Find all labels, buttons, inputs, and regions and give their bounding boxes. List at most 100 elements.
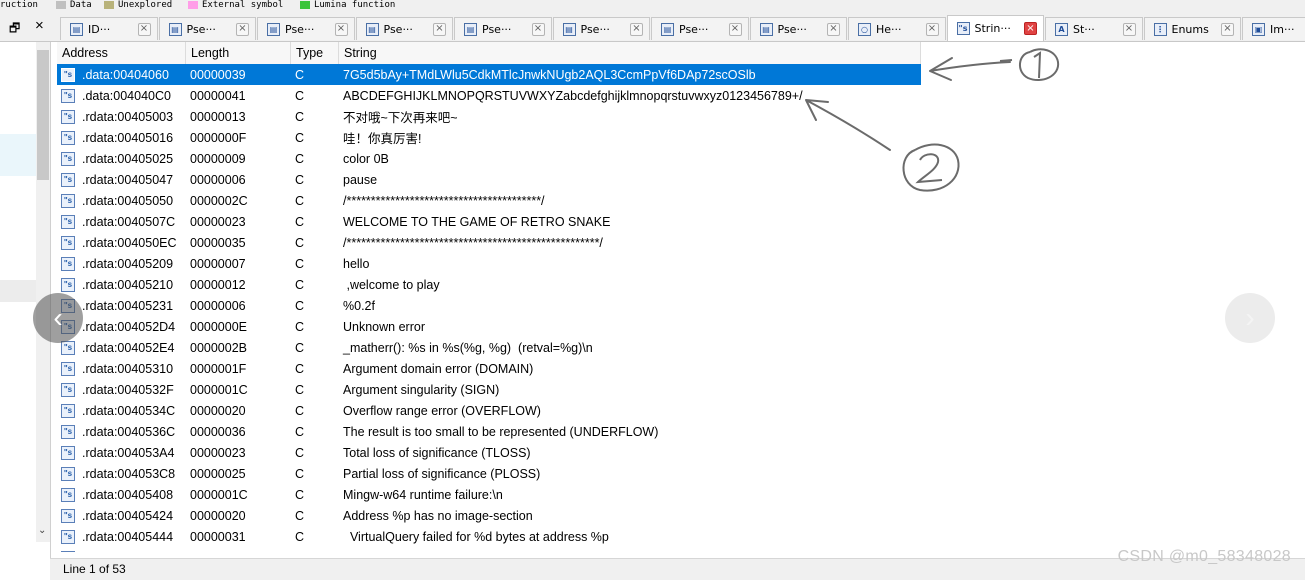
close-icon[interactable]: ×	[531, 22, 545, 36]
table-row[interactable]: "s .rdata:0040507C 00000023 C WELCOME TO THE…	[57, 211, 1305, 232]
table-row[interactable]: "s.rdata:0040523100000006C%0.2f	[57, 295, 1305, 316]
string-cell: /***************************************…	[343, 193, 545, 208]
length-cell: 00000031	[190, 529, 246, 544]
table-row[interactable]: "s .data:00404060 00000039 C 7G5d5bAy+TMdLWl…	[57, 64, 921, 85]
close-icon[interactable]: ×	[236, 22, 249, 36]
string-cell: Address %p has no image-section	[343, 508, 533, 523]
string-cell: color 0B	[343, 151, 389, 166]
address-text: .rdata:0040534C	[82, 403, 176, 418]
table-row[interactable]: "s .rdata:00405310 0000001F C Argument domai…	[57, 358, 1305, 379]
tab[interactable]: ▤ Pse··· ×	[355, 17, 453, 40]
table-row[interactable]: "s .rdata:00405003 00000013 C 不对哦~下次再来吧~	[57, 106, 1305, 127]
address-text: .rdata:004053C8	[82, 466, 176, 481]
string-icon: "s	[61, 487, 75, 502]
table-row[interactable]: "s .rdata:0040532F 0000001C C Argument singu…	[57, 379, 1305, 400]
length-cell: 0000002B	[190, 340, 248, 355]
close-icon[interactable]: ×	[827, 22, 840, 36]
tab[interactable]: ▤ Pse··· ×	[257, 17, 355, 40]
string-cell: Argument singularity (SIGN)	[343, 382, 500, 397]
type-cell: C	[295, 382, 305, 397]
column-header-address[interactable]: Address	[57, 42, 186, 64]
table-row[interactable]: "s .rdata:0040536C 00000036 C The result is …	[57, 421, 1305, 442]
close-icon[interactable]: ×	[728, 22, 742, 36]
table-row[interactable]: "s .rdata:00405025 00000009 Ccolor 0B	[57, 148, 1305, 169]
tab-label: Pse···	[777, 22, 807, 36]
table-row[interactable]: "s .rdata:00405047 00000006 Cpause	[57, 169, 1305, 190]
length-cell: 00000013	[190, 109, 246, 124]
table-row[interactable]: "s .rdata:004050EC 00000035 C /*************…	[57, 232, 1305, 253]
enums-icon: ⋮	[1153, 22, 1167, 36]
close-pane-icon[interactable]: ×	[35, 17, 44, 34]
address-text: .rdata:00405209	[82, 256, 174, 271]
left-pane-scroll-thumb[interactable]	[37, 50, 49, 180]
legend-swatch	[104, 1, 114, 9]
legend-item: ruction	[0, 0, 38, 10]
table-row[interactable]: "s .rdata:00405210 00000012 C ,welcome to p…	[57, 274, 1305, 295]
address-cell: "s .rdata:00405310	[57, 361, 186, 376]
float-pane-icon[interactable]: 🗗	[9, 19, 20, 40]
length-cell: 00000009	[190, 151, 246, 166]
tab[interactable]: ▤ Pse··· ×	[158, 17, 256, 40]
table-row[interactable]: "s .rdata:0040534C 00000020 C Overflow range…	[57, 400, 1305, 421]
tab[interactable]: A St··· ×	[1045, 17, 1143, 40]
table-row[interactable]: "s .rdata:00405050 0000002C C /*************…	[57, 190, 1305, 211]
pseudocode-icon: ▤	[168, 22, 182, 36]
legend-label: Data	[70, 0, 92, 10]
tab[interactable]: ○ He··· ×	[848, 17, 946, 40]
close-icon[interactable]: ×	[433, 22, 446, 36]
imports-icon: ▣	[1252, 22, 1265, 36]
string-icon: "s	[61, 67, 75, 82]
close-icon[interactable]: ×	[334, 22, 348, 36]
next-image-button[interactable]: ›	[1225, 293, 1275, 343]
length-cell: 00000023	[190, 214, 246, 229]
tab[interactable]: ▤ Pse··· ×	[454, 17, 552, 40]
table-row[interactable]: "s .rdata:004052E4 0000002B C _matherr(): %s…	[57, 337, 1305, 358]
close-icon[interactable]: ×	[1122, 22, 1136, 36]
tab[interactable]: "s Strin··· ×	[946, 15, 1044, 41]
table-row[interactable]: "s .rdata:004053C8 00000025 C Partial loss o…	[57, 463, 1305, 484]
type-cell: C	[295, 214, 305, 229]
string-icon: "s	[61, 235, 75, 250]
string-cell: Overflow range error (OVERFLOW)	[343, 403, 541, 418]
legend-swatch	[300, 1, 310, 9]
string-cell: Argument domain error (DOMAIN)	[343, 361, 534, 376]
address-cell: "s .rdata:0040532F	[57, 382, 186, 397]
table-row[interactable]: "s .rdata:00405209 00000007 Chello	[57, 253, 1305, 274]
column-header-string[interactable]: String	[339, 42, 921, 64]
table-row[interactable]: "s .rdata:00405408 0000001C C Mingw-w64 runt…	[57, 484, 1305, 505]
table-row[interactable]: "s .rdata:00405424 00000020 C Address %p has…	[57, 505, 1305, 526]
tab[interactable]: ▤ Pse··· ×	[651, 17, 749, 40]
table-row[interactable]: "s.rdata:004052D40000000ECUnknown error	[57, 316, 1305, 337]
type-cell: C	[295, 88, 305, 103]
column-header-length[interactable]: Length	[186, 42, 291, 64]
tab-label: Pse···	[580, 22, 610, 36]
tab[interactable]: ▤ Pse··· ×	[552, 17, 650, 40]
close-icon[interactable]: ×	[1221, 22, 1234, 36]
length-cell: 00000036	[190, 424, 246, 439]
length-cell: 00000041	[190, 88, 246, 103]
close-icon[interactable]: ×	[1024, 22, 1037, 35]
table-row[interactable]: "s .data:004040C0 00000041 C ABCDEFGHIJKLMNO…	[57, 85, 1305, 106]
table-row[interactable]: "s .rdata:00405016 0000000F C 哇！你真厉害!	[57, 127, 1305, 148]
close-icon[interactable]: ×	[630, 22, 643, 36]
tab[interactable]: ▤ Pse··· ×	[749, 17, 847, 40]
string-icon: "s	[61, 550, 75, 552]
table-row[interactable]: "s .rdata:004053A4 00000023 C Total loss of …	[57, 442, 1305, 463]
close-icon[interactable]: ×	[137, 22, 151, 36]
address-cell: "s .rdata:00405016	[57, 130, 186, 145]
tab[interactable]: ⋮ Enums ×	[1143, 17, 1241, 40]
close-icon[interactable]: ×	[925, 22, 939, 36]
address-text: .rdata:00405210	[82, 277, 174, 292]
string-cell: /***************************************…	[343, 235, 603, 250]
tab[interactable]: ▤ ID··· ×	[60, 17, 158, 40]
column-header-type[interactable]: Type	[291, 42, 339, 64]
table-row[interactable]: "s .rdata:00405444 00000031 C VirtualQuery …	[57, 526, 1305, 547]
length-cell: 00000023	[190, 445, 246, 460]
previous-image-button[interactable]: ‹	[33, 293, 83, 343]
string-cell: ,welcome to play	[343, 277, 440, 292]
string-cell: 哇！你真厉害!	[343, 132, 422, 146]
tab[interactable]: ▣Im···×	[1242, 17, 1305, 40]
scroll-down-icon[interactable]: ⌄	[38, 525, 46, 536]
string-icon: "s	[61, 130, 75, 145]
hex-view-icon: ○	[858, 22, 871, 36]
